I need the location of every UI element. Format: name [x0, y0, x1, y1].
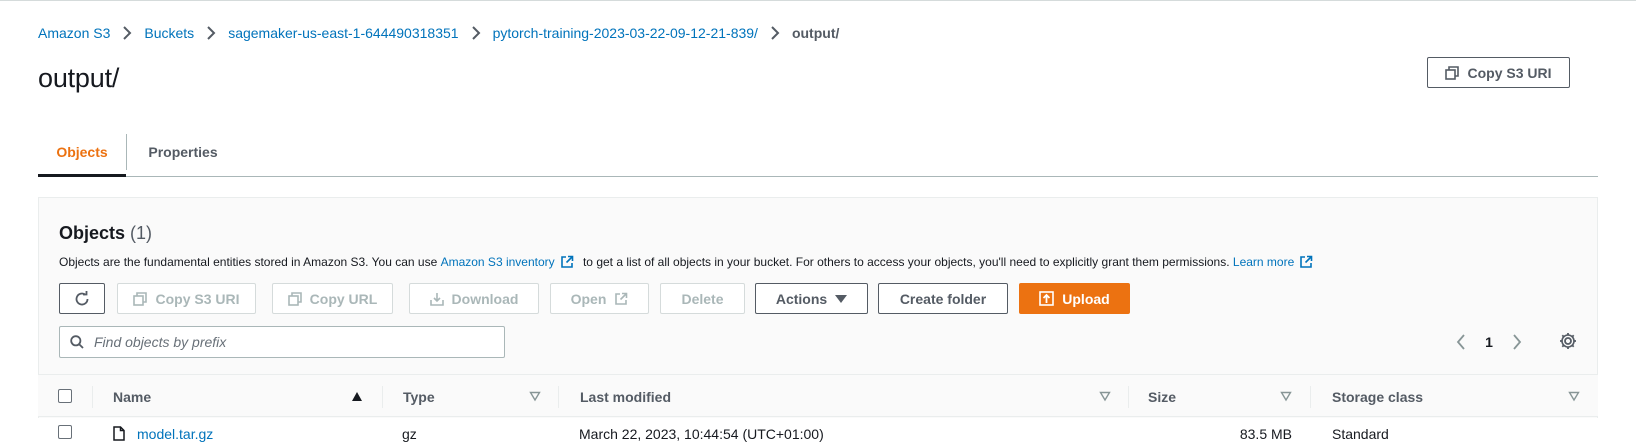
- copy-icon: [287, 291, 302, 306]
- upload-button[interactable]: Upload: [1019, 283, 1130, 314]
- actions-dropdown-label: Actions: [775, 290, 828, 307]
- column-divider: [1128, 386, 1129, 408]
- tab-properties[interactable]: Properties: [127, 128, 239, 176]
- upload-button-label: Upload: [1062, 290, 1110, 307]
- page-title: output/: [38, 63, 120, 93]
- select-all-checkbox[interactable]: [58, 389, 72, 403]
- copy-s3-uri-header-button[interactable]: Copy S3 URI: [1427, 57, 1570, 88]
- cell-last-modified: March 22, 2023, 10:44:54 (UTC+01:00): [579, 425, 824, 442]
- search-input[interactable]: [94, 334, 494, 350]
- column-storage-class-label: Storage class: [1332, 388, 1424, 405]
- description-text-after: to get a list of all objects in your buc…: [579, 255, 1233, 269]
- column-size-label: Size: [1148, 388, 1177, 405]
- next-page-icon[interactable]: [1507, 334, 1527, 350]
- sort-ascending-icon[interactable]: [351, 390, 363, 402]
- create-folder-button[interactable]: Create folder: [878, 283, 1008, 314]
- column-header-last-modified[interactable]: Last modified: [580, 375, 671, 418]
- breadcrumb: Amazon S3 Buckets sagemaker-us-east-1-64…: [38, 23, 839, 43]
- column-last-modified-label: Last modified: [580, 388, 672, 405]
- sort-icon[interactable]: [529, 390, 541, 402]
- cell-type: gz: [402, 425, 417, 442]
- open-button-label: Open: [570, 290, 607, 307]
- column-divider: [382, 386, 383, 408]
- inventory-link[interactable]: Amazon S3 inventory: [441, 255, 555, 269]
- column-header-type[interactable]: Type: [403, 375, 435, 418]
- tab-objects[interactable]: Objects: [38, 128, 126, 176]
- refresh-icon: [75, 290, 89, 305]
- column-header-name[interactable]: Name: [113, 375, 151, 418]
- tab-objects-label: Objects: [56, 144, 108, 160]
- column-header-size[interactable]: Size: [1148, 375, 1176, 418]
- pagination: 1: [1451, 326, 1527, 358]
- sort-icon[interactable]: [1280, 390, 1292, 402]
- preferences-gear-icon[interactable]: [1556, 329, 1580, 353]
- copy-s3-uri-button[interactable]: Copy S3 URI: [117, 283, 256, 314]
- upload-icon: [1039, 291, 1055, 306]
- breadcrumb-amazon-s3[interactable]: Amazon S3: [38, 25, 110, 41]
- copy-icon: [1445, 65, 1460, 80]
- objects-count: (1): [130, 223, 153, 243]
- current-page-number[interactable]: 1: [1471, 334, 1507, 350]
- row-checkbox[interactable]: [58, 425, 72, 439]
- caret-down-icon: [835, 294, 848, 303]
- column-type-label: Type: [403, 388, 435, 405]
- create-folder-button-label: Create folder: [899, 290, 987, 307]
- table-row[interactable]: model.tar.gz gz March 22, 2023, 10:44:54…: [38, 418, 1598, 448]
- copy-s3-uri-button-label: Copy S3 URI: [155, 290, 240, 307]
- actions-dropdown[interactable]: Actions: [755, 283, 868, 314]
- search-icon: [70, 335, 84, 349]
- external-link-icon: [1299, 255, 1313, 269]
- delete-button-label: Delete: [681, 290, 724, 307]
- learn-more-link[interactable]: Learn more: [1233, 255, 1294, 269]
- chevron-right-icon: [758, 26, 792, 40]
- object-name-link[interactable]: model.tar.gz: [137, 426, 213, 442]
- copy-s3-uri-label: Copy S3 URI: [1467, 64, 1552, 81]
- copy-url-button-label: Copy URL: [309, 290, 378, 307]
- chevron-right-icon: [194, 26, 228, 40]
- table-header: Name Type Last modified Size Storage cla…: [38, 374, 1598, 417]
- download-button[interactable]: Download: [409, 283, 539, 314]
- previous-page-icon[interactable]: [1451, 334, 1471, 350]
- copy-url-button[interactable]: Copy URL: [272, 283, 393, 314]
- external-link-icon: [560, 255, 574, 269]
- active-tab-indicator: [38, 174, 126, 177]
- objects-heading: Objects (1): [59, 223, 152, 244]
- column-name-label: Name: [113, 388, 152, 405]
- sort-icon[interactable]: [1568, 390, 1580, 402]
- download-button-label: Download: [451, 290, 519, 307]
- refresh-button[interactable]: [59, 283, 105, 314]
- open-button[interactable]: Open: [550, 283, 649, 314]
- file-icon: [113, 426, 125, 441]
- chevron-right-icon: [459, 26, 493, 40]
- objects-description: Objects are the fundamental entities sto…: [59, 255, 1319, 269]
- delete-button[interactable]: Delete: [660, 283, 745, 314]
- sort-icon[interactable]: [1099, 390, 1111, 402]
- column-header-storage-class[interactable]: Storage class: [1332, 375, 1423, 418]
- download-icon: [429, 292, 444, 306]
- breadcrumb-buckets[interactable]: Buckets: [144, 25, 194, 41]
- column-divider: [558, 386, 559, 408]
- cell-storage-class: Standard: [1332, 425, 1389, 442]
- tab-properties-label: Properties: [148, 144, 218, 160]
- search-box: [59, 326, 505, 358]
- chevron-right-icon: [110, 26, 144, 40]
- breadcrumb-training-folder[interactable]: pytorch-training-2023-03-22-09-12-21-839…: [493, 25, 758, 41]
- breadcrumb-bucket[interactable]: sagemaker-us-east-1-644490318351: [228, 25, 458, 41]
- tab-bar: Objects Properties: [38, 128, 1598, 177]
- copy-icon: [133, 291, 148, 306]
- column-divider: [1310, 386, 1311, 408]
- breadcrumb-current: output/: [791, 25, 840, 41]
- objects-heading-title: Objects: [59, 223, 126, 243]
- cell-name: model.tar.gz: [113, 418, 213, 448]
- column-divider: [92, 386, 93, 408]
- external-link-icon: [615, 292, 628, 305]
- description-text-before: Objects are the fundamental entities sto…: [59, 255, 441, 269]
- cell-size: 83.5 MB: [1239, 425, 1292, 442]
